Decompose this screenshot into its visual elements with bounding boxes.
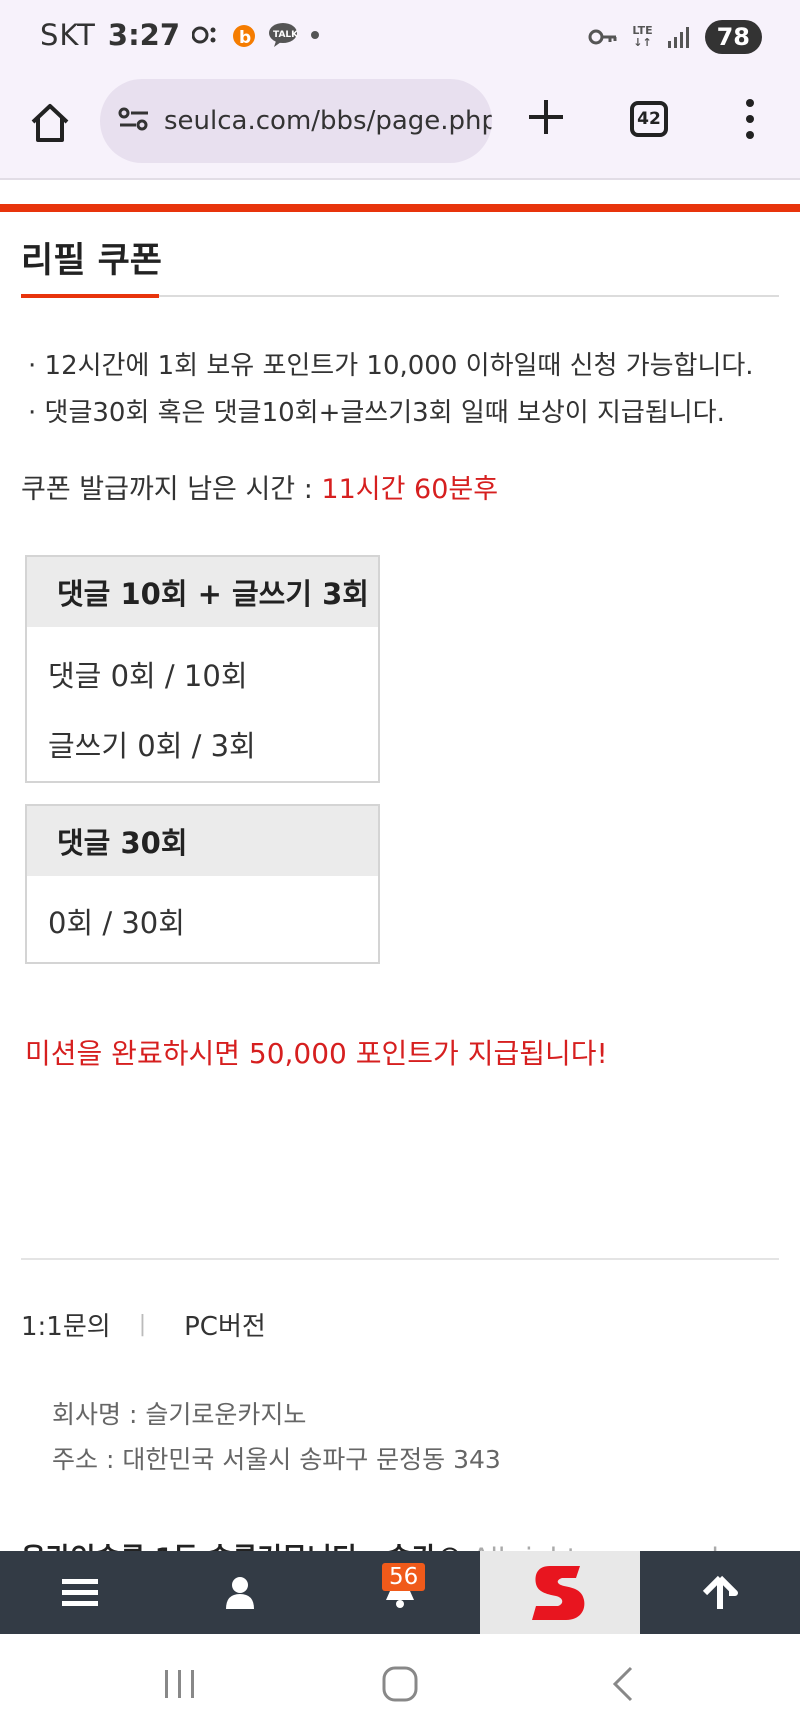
- lte-label: LTE: [632, 24, 653, 37]
- comment-progress: 댓글 0회 / 10회: [48, 659, 248, 693]
- status-bar: SKT 3:27 b TALK LTE ↓↑ 78: [0, 0, 800, 75]
- mission-box-title: 댓글 10회 + 글쓰기 3회: [27, 557, 378, 627]
- footer-links: 1:1문의 | PC버전: [21, 1306, 266, 1343]
- back-icon[interactable]: [605, 1664, 645, 1704]
- comment-progress: 0회 / 30회: [48, 906, 185, 940]
- rule-item: · 12시간에 1회 보유 포인트가 10,000 이하일때 신청 가능합니다.: [28, 351, 754, 381]
- site-logo[interactable]: [480, 1551, 640, 1634]
- home-nav-icon[interactable]: [380, 1664, 420, 1704]
- url-text: seulca.com/bbs/page.php: [164, 106, 492, 136]
- b-app-icon: b: [232, 22, 256, 48]
- company-address: 주소 : 대한민국 서울시 송파구 문정동 343: [52, 1445, 501, 1474]
- title-underline: [21, 294, 159, 298]
- scroll-top-icon[interactable]: [640, 1551, 800, 1634]
- status-right: LTE ↓↑ 78: [588, 20, 762, 54]
- notification-button[interactable]: 56: [320, 1551, 480, 1634]
- battery-level: 78: [704, 20, 762, 54]
- post-progress: 글쓰기 0회 / 3회: [48, 729, 256, 763]
- remaining-time-label: 쿠폰 발급까지 남은 시간 :: [21, 474, 322, 505]
- header-accent-bar: [0, 204, 800, 212]
- bottom-nav: 56: [0, 1551, 800, 1634]
- mission-box-title: 댓글 30회: [27, 806, 378, 876]
- footer-separator: |: [138, 1312, 147, 1337]
- carrier-label: SKT: [40, 18, 96, 52]
- browser-toolbar: seulca.com/bbs/page.php 42: [0, 75, 800, 180]
- mission-box-comments-posts: 댓글 10회 + 글쓰기 3회 댓글 0회 / 10회 글쓰기 0회 / 3회: [25, 555, 380, 783]
- lte-indicator: LTE ↓↑: [632, 24, 653, 49]
- page-title: 리필 쿠폰: [21, 241, 162, 281]
- mission-reward-message: 미션을 완료하시면 50,000 포인트가 지급됩니다!: [25, 1037, 608, 1070]
- address-bar[interactable]: seulca.com/bbs/page.php: [100, 79, 492, 163]
- new-tab-icon[interactable]: [526, 97, 566, 137]
- talk-icon: TALK: [268, 22, 298, 48]
- home-icon[interactable]: [28, 101, 72, 145]
- svg-text:TALK: TALK: [273, 30, 298, 40]
- more-menu-icon[interactable]: [740, 97, 760, 141]
- svg-text:b: b: [239, 28, 251, 48]
- signal-icon: [667, 25, 691, 49]
- remaining-time-value: 11시간 60분후: [321, 474, 499, 505]
- tabs-icon[interactable]: 42: [630, 101, 668, 137]
- inquiry-link[interactable]: 1:1문의: [21, 1306, 111, 1343]
- mission-box-comments: 댓글 30회 0회 / 30회: [25, 804, 380, 964]
- notification-badge: 56: [382, 1563, 426, 1591]
- company-name: 회사명 : 슬기로운카지노: [52, 1400, 307, 1429]
- pc-version-link[interactable]: PC버전: [184, 1306, 266, 1343]
- system-nav-bar: [0, 1634, 800, 1734]
- key-icon: [588, 27, 618, 47]
- more-notifications-dot: [310, 30, 320, 40]
- tab-count: 42: [637, 109, 661, 129]
- footer-divider: [21, 1258, 779, 1260]
- notification-app-icon: [192, 24, 220, 46]
- site-settings-icon[interactable]: [118, 105, 150, 137]
- recent-apps-icon[interactable]: [160, 1664, 200, 1704]
- clock: 3:27: [107, 18, 181, 52]
- menu-icon[interactable]: [0, 1551, 160, 1634]
- user-icon[interactable]: [160, 1551, 320, 1634]
- status-left: SKT 3:27 b TALK: [40, 18, 320, 52]
- rule-item: · 댓글30회 혹은 댓글10회+글쓰기3회 일때 보상이 지급됩니다.: [28, 398, 725, 428]
- remaining-time: 쿠폰 발급까지 남은 시간 : 11시간 60분후: [21, 467, 498, 506]
